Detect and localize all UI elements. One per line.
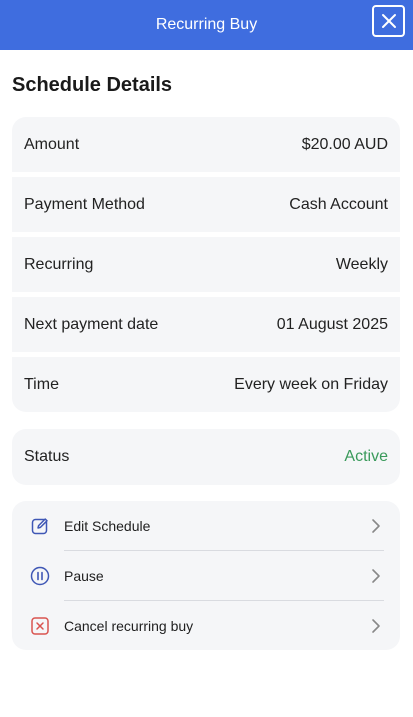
- detail-row-recurring: Recurring Weekly: [12, 237, 400, 292]
- detail-value: Cash Account: [289, 195, 388, 213]
- section-title: Schedule Details: [12, 74, 173, 96]
- chevron-right-icon: [372, 619, 380, 633]
- detail-row-amount: Amount $20.00 AUD: [12, 117, 400, 172]
- edit-icon: [30, 516, 50, 536]
- detail-row-next-payment: Next payment date 01 August 2025: [12, 297, 400, 352]
- status-badge: Active: [344, 448, 388, 465]
- action-label: Edit Schedule: [64, 518, 151, 534]
- schedule-details-card: Amount $20.00 AUD Payment Method Cash Ac…: [12, 117, 400, 412]
- actions-card: Edit Schedule Pause Cancel recurring buy: [12, 501, 400, 650]
- pause-icon: [30, 566, 50, 586]
- page-title: Recurring Buy: [155, 16, 258, 33]
- detail-label: Amount: [24, 135, 80, 153]
- cancel-recurring-buy-button[interactable]: Cancel recurring buy: [12, 601, 400, 651]
- status-card: Status Active: [12, 429, 400, 485]
- detail-label: Next payment date: [24, 315, 159, 333]
- close-button[interactable]: [372, 5, 405, 37]
- detail-label: Time: [24, 375, 59, 393]
- header-bar: Recurring Buy: [0, 0, 413, 50]
- chevron-right-icon: [372, 519, 380, 533]
- detail-value: $20.00 AUD: [301, 135, 388, 153]
- detail-value: 01 August 2025: [276, 315, 388, 333]
- detail-label: Payment Method: [24, 195, 145, 213]
- cancel-icon: [30, 616, 50, 636]
- detail-label: Recurring: [24, 255, 94, 273]
- close-icon: [381, 14, 396, 28]
- detail-row-time: Time Every week on Friday: [12, 357, 400, 412]
- action-label: Pause: [64, 568, 104, 584]
- detail-value: Weekly: [335, 255, 388, 273]
- detail-value: Every week on Friday: [234, 375, 388, 393]
- pause-button[interactable]: Pause: [12, 551, 400, 601]
- chevron-right-icon: [372, 569, 380, 583]
- status-label: Status: [24, 448, 70, 465]
- detail-row-payment-method: Payment Method Cash Account: [12, 177, 400, 232]
- edit-schedule-button[interactable]: Edit Schedule: [12, 501, 400, 551]
- action-label: Cancel recurring buy: [64, 618, 194, 634]
